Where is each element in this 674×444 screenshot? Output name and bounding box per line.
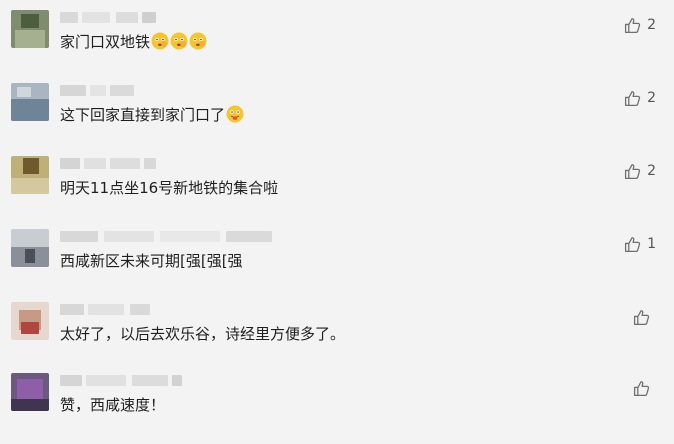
like-button[interactable]: 2 xyxy=(624,89,656,107)
like-button[interactable] xyxy=(633,379,656,397)
comment-item: 太好了，以后去欢乐谷，诗经里方便多了。 xyxy=(0,300,674,373)
comment-text-content: 西咸新区未来可期[强[强[强 xyxy=(60,252,243,270)
thumbs-up-icon xyxy=(625,163,641,179)
comment-text: 赞，西咸速度！ xyxy=(60,395,165,415)
comment-text: 西咸新区未来可期[强[强[强 xyxy=(60,251,243,271)
comment-text: 明天11点坐16号新地铁的集合啦 xyxy=(60,178,278,198)
flushed-face-emoji xyxy=(151,32,169,50)
like-button[interactable]: 2 xyxy=(624,162,656,180)
like-count: 2 xyxy=(647,90,656,106)
comment-text-content: 太好了，以后去欢乐谷，诗经里方便多了。 xyxy=(60,325,346,343)
avatar[interactable] xyxy=(11,156,49,194)
thumbs-up-icon xyxy=(633,380,650,396)
thumbs-up-icon xyxy=(625,236,641,252)
comment-text: 家门口双地铁 xyxy=(60,32,207,52)
comment-text: 这下回家直接到家门口了 xyxy=(60,105,244,125)
avatar[interactable] xyxy=(11,83,49,121)
comment-item: 家门口双地铁 2 xyxy=(0,8,674,81)
like-button[interactable]: 1 xyxy=(624,235,656,253)
flushed-face-emoji xyxy=(189,32,207,50)
comment-item: 明天11点坐16号新地铁的集合啦 2 xyxy=(0,154,674,227)
comment-text-content: 赞，西咸速度！ xyxy=(60,396,166,414)
avatar[interactable] xyxy=(11,10,49,48)
comment-text: 太好了，以后去欢乐谷，诗经里方便多了。 xyxy=(60,324,345,344)
comment-text-content: 明天11点坐16号新地铁的集合啦 xyxy=(60,179,279,197)
thumbs-up-icon xyxy=(625,17,641,33)
like-count: 2 xyxy=(647,17,656,33)
tongue-out-face-emoji xyxy=(226,105,244,123)
like-count: 2 xyxy=(647,163,656,179)
avatar[interactable] xyxy=(11,229,49,267)
like-button[interactable] xyxy=(633,308,656,326)
flushed-face-emoji xyxy=(170,32,188,50)
comment-list: 家门口双地铁 2 这下回家直接到家门口了 2 明天11点坐16号新地铁的集合啦 … xyxy=(0,0,674,444)
thumbs-up-icon xyxy=(633,309,650,325)
comment-text-content: 家门口双地铁 xyxy=(60,33,151,51)
avatar[interactable] xyxy=(11,373,49,411)
comment-item: 这下回家直接到家门口了 2 xyxy=(0,81,674,154)
comment-item: 赞，西咸速度！ xyxy=(0,371,674,444)
thumbs-up-icon xyxy=(625,90,641,106)
avatar[interactable] xyxy=(11,302,49,340)
like-count: 1 xyxy=(647,236,656,252)
like-button[interactable]: 2 xyxy=(624,16,656,34)
comment-item: 西咸新区未来可期[强[强[强 1 xyxy=(0,227,674,300)
comment-text-content: 这下回家直接到家门口了 xyxy=(60,106,226,124)
